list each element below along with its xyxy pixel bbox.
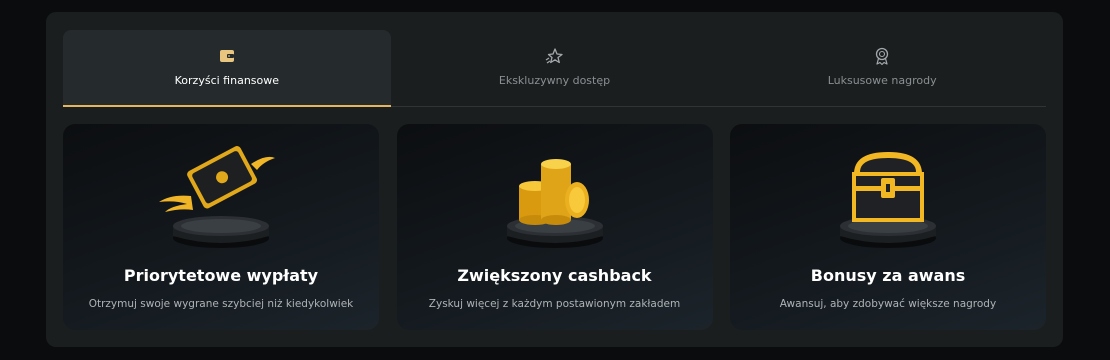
tab-financial-benefits[interactable]: Korzyści finansowe [63, 30, 391, 107]
winged-banknote-icon [159, 146, 275, 248]
tab-label: Ekskluzywny dostęp [498, 74, 611, 87]
coin-stack-icon [506, 159, 603, 248]
card-description: Zyskuj więcej z każdym postawionym zakła… [428, 298, 681, 310]
card-title: Zwiększony cashback [457, 266, 652, 285]
card-title: Priorytetowe wypłaty [123, 266, 319, 285]
card-description: Awansuj, aby zdobywać większe nagrody [779, 298, 997, 310]
tab-exclusive-access[interactable]: Ekskluzywny dostęp [391, 30, 719, 106]
benefits-panel: Korzyści finansowe Ekskluzywny dostęp Lu… [46, 12, 1063, 347]
benefit-cards: Priorytetowe wypłaty Otrzymuj swoje wygr… [63, 124, 1046, 330]
award-icon [875, 47, 889, 66]
treasure-chest-icon [840, 152, 936, 248]
benefit-card-priority-payouts: Priorytetowe wypłaty Otrzymuj swoje wygr… [63, 124, 379, 330]
card-description: Otrzymuj swoje wygrane szybciej niż kied… [88, 298, 354, 310]
star-icon [546, 48, 564, 64]
benefit-card-promotion-bonuses: Bonusy za awans Awansuj, aby zdobywać wi… [730, 124, 1046, 330]
tab-luxury-rewards[interactable]: Luksusowe nagrody [718, 30, 1046, 106]
tab-label: Korzyści finansowe [174, 74, 280, 87]
benefit-card-increased-cashback: Zwiększony cashback Zyskuj więcej z każd… [396, 124, 713, 330]
wallet-icon [219, 50, 234, 62]
benefit-tabs: Korzyści finansowe Ekskluzywny dostęp Lu… [63, 30, 1046, 107]
tab-label: Luksusowe nagrody [827, 74, 937, 87]
card-title: Bonusy za awans [810, 266, 966, 285]
